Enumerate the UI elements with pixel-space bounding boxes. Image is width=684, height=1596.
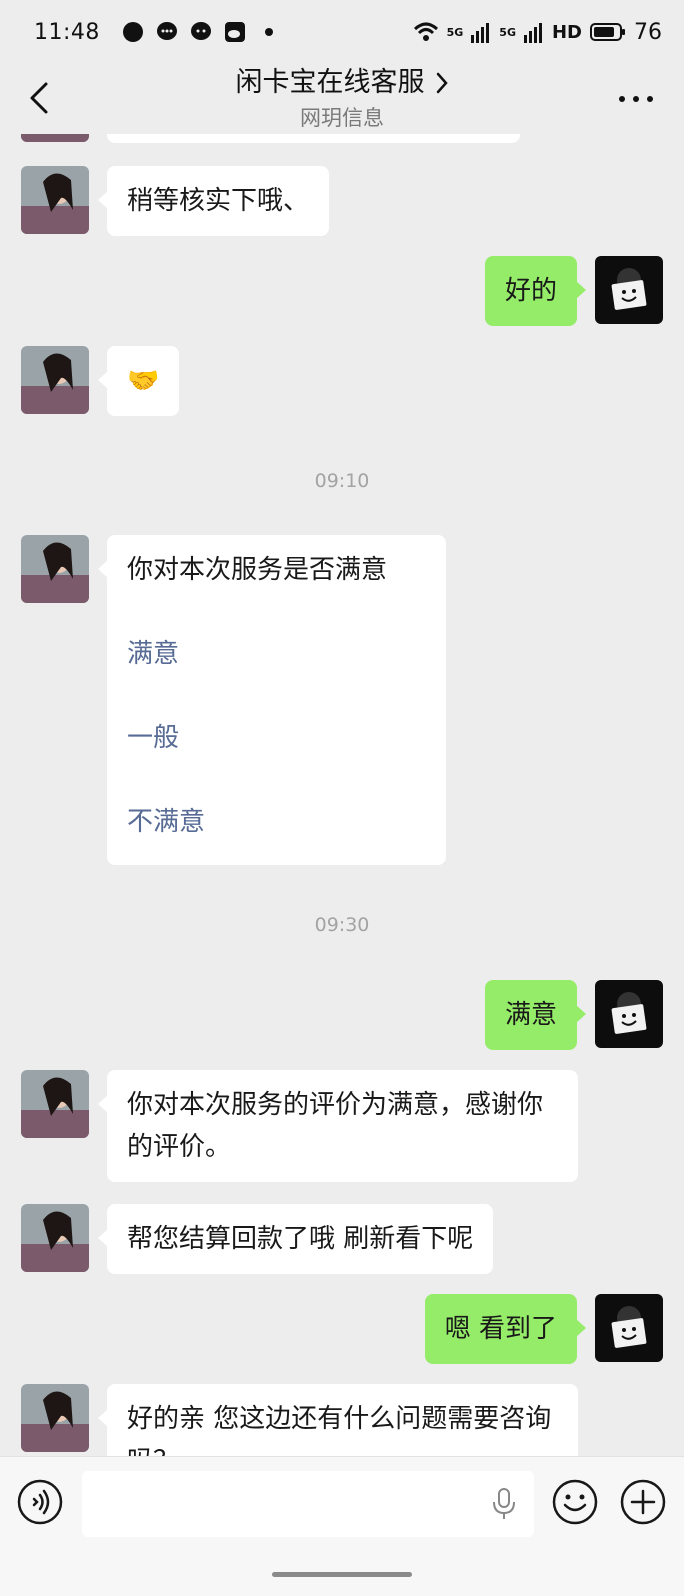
avatar-image bbox=[21, 166, 89, 234]
microphone-icon[interactable] bbox=[490, 1487, 518, 1521]
emoji-icon[interactable] bbox=[552, 1479, 598, 1525]
weibo-icon bbox=[224, 22, 245, 42]
message-bubble-them[interactable]: 稍等核实下哦、 bbox=[97, 166, 330, 236]
avatar-image bbox=[595, 256, 663, 324]
message-bubble-mine[interactable]: 嗯 看到了 bbox=[424, 1294, 587, 1364]
message-bubble-partial[interactable] bbox=[107, 134, 520, 143]
message-text: 好的亲 您这边还有什么问题需要咨询吗？ bbox=[127, 1404, 552, 1456]
avatar-image bbox=[21, 134, 89, 142]
message-icon bbox=[156, 22, 177, 40]
survey-option-satisfied[interactable]: 满意 bbox=[127, 633, 426, 675]
my-avatar[interactable] bbox=[595, 256, 663, 324]
message-text: 嗯 看到了 bbox=[444, 1314, 557, 1344]
my-avatar[interactable] bbox=[595, 980, 663, 1048]
notification-icons bbox=[122, 21, 280, 43]
nav-bar: 闲卡宝在线客服 网玥信息 bbox=[0, 64, 684, 134]
message-text: 帮您结算回款了哦 刷新看下呢 bbox=[127, 1224, 474, 1254]
message-bubble-mine[interactable]: 满意 bbox=[484, 980, 587, 1050]
dot-icon bbox=[264, 28, 273, 36]
survey-question: 你对本次服务是否满意 bbox=[127, 555, 388, 585]
message-text: 满意 bbox=[504, 1000, 557, 1030]
their-avatar[interactable] bbox=[21, 1204, 89, 1272]
battery-level: 76 bbox=[634, 19, 662, 45]
their-avatar[interactable] bbox=[21, 346, 89, 414]
avatar-image bbox=[21, 1384, 89, 1452]
avatar-image bbox=[595, 980, 663, 1048]
their-avatar[interactable] bbox=[21, 134, 89, 142]
chat-message-list[interactable]: 稍等核实下哦、 好的 🤝 09:10 你对本次服务是否满意 满意 一般 不满意 … bbox=[0, 134, 684, 1456]
plus-icon[interactable] bbox=[620, 1479, 666, 1525]
chevron-right-icon bbox=[436, 72, 448, 94]
avatar-image bbox=[21, 535, 89, 603]
battery-icon bbox=[590, 23, 625, 41]
message-bubble-them[interactable]: 你对本次服务的评价为满意，感谢你的评价。 bbox=[98, 1070, 578, 1182]
message-bubble-mine[interactable]: 好的 bbox=[484, 256, 587, 326]
their-avatar[interactable] bbox=[21, 1070, 89, 1138]
more-options-icon[interactable] bbox=[616, 84, 656, 114]
chat-title: 闲卡宝在线客服 bbox=[235, 67, 425, 98]
their-avatar[interactable] bbox=[21, 166, 89, 234]
avatar-image bbox=[21, 1204, 89, 1272]
chat-title-row[interactable]: 闲卡宝在线客服 bbox=[236, 64, 449, 102]
message-timestamp: 09:10 bbox=[314, 470, 370, 492]
chat-icon bbox=[190, 22, 211, 40]
notification-bubble-icon bbox=[122, 22, 143, 42]
message-text: 好的 bbox=[504, 276, 557, 306]
signal-icon-2 bbox=[523, 23, 542, 43]
home-indicator[interactable] bbox=[272, 1572, 412, 1577]
nav-title-area[interactable]: 闲卡宝在线客服 网玥信息 bbox=[0, 64, 684, 132]
survey-option-neutral[interactable]: 一般 bbox=[127, 717, 426, 759]
survey-option-unsatisfied[interactable]: 不满意 bbox=[127, 801, 426, 843]
message-text: 你对本次服务的评价为满意，感谢你的评价。 bbox=[127, 1090, 544, 1162]
avatar-image bbox=[21, 346, 89, 414]
status-time: 11:48 bbox=[34, 19, 100, 45]
my-avatar[interactable] bbox=[595, 1294, 663, 1362]
message-bubble-them[interactable]: 帮您结算回款了哦 刷新看下呢 bbox=[97, 1204, 494, 1274]
their-avatar[interactable] bbox=[21, 1384, 89, 1452]
avatar-image bbox=[21, 1070, 89, 1138]
hd-label: HD bbox=[551, 21, 582, 43]
voice-mode-icon[interactable] bbox=[17, 1479, 63, 1525]
message-bubble-them[interactable]: 🤝 bbox=[97, 346, 180, 416]
message-bubble-them[interactable]: 好的亲 您这边还有什么问题需要咨询吗？ bbox=[98, 1384, 578, 1456]
message-text: 稍等核实下哦、 bbox=[127, 186, 310, 216]
avatar-image bbox=[595, 1294, 663, 1362]
their-avatar[interactable] bbox=[21, 535, 89, 603]
survey-bubble[interactable]: 你对本次服务是否满意 满意 一般 不满意 bbox=[98, 535, 446, 865]
network-label-1: 5G bbox=[446, 25, 464, 39]
handshake-emoji: 🤝 bbox=[127, 366, 160, 396]
message-input[interactable] bbox=[82, 1471, 534, 1537]
message-timestamp: 09:30 bbox=[314, 914, 370, 936]
chat-subtitle: 网玥信息 bbox=[300, 106, 384, 130]
signal-icon-1 bbox=[471, 23, 490, 43]
wifi-icon bbox=[413, 22, 438, 41]
status-bar: 11:48 5G 5G HD 76 bbox=[0, 0, 684, 64]
network-label-2: 5G bbox=[499, 25, 516, 39]
status-right: 5G 5G HD 76 bbox=[413, 20, 662, 45]
